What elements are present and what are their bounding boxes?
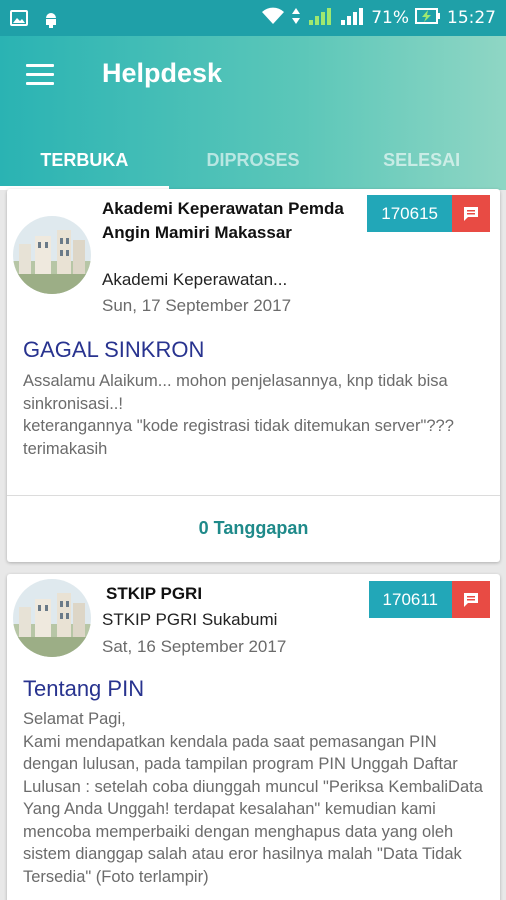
image-icon xyxy=(10,10,28,26)
ticket-number-badge: 170615 xyxy=(367,195,490,232)
institution-name: STKIP PGRI xyxy=(106,584,203,603)
ticket-card[interactable]: Akademi Keperawatan Pemda Angin Mamiri M… xyxy=(7,189,500,562)
institution-name: Akademi Keperawatan Pemda Angin Mamiri M… xyxy=(102,199,344,242)
replies-button[interactable]: 0 Tanggapan xyxy=(7,518,500,539)
ticket-date: Sun, 17 September 2017 xyxy=(102,296,292,315)
wifi-icon xyxy=(261,7,285,30)
hamburger-menu-icon[interactable] xyxy=(26,64,54,88)
tab-bar: TERBUKA DIPROSES SELESAI xyxy=(0,130,506,190)
android-icon xyxy=(42,10,60,28)
ticket-number: 170615 xyxy=(367,195,452,232)
status-bar: 71% 15:27 xyxy=(0,0,506,36)
app-bar: Helpdesk TERBUKA DIPROSES SELESAI xyxy=(0,36,506,190)
ticket-subject: Tentang PIN xyxy=(23,676,145,701)
ticket-subject: GAGAL SINKRON xyxy=(23,337,205,362)
data-transfer-icon xyxy=(291,7,301,30)
ticket-number-badge: 170611 xyxy=(368,581,490,618)
divider xyxy=(7,495,500,496)
institution-avatar xyxy=(13,579,91,657)
ticket-number: 170611 xyxy=(368,581,452,618)
battery-charging-icon xyxy=(415,7,441,30)
chat-icon[interactable] xyxy=(452,581,490,618)
ticket-message: Assalamu Alaikum... mohon penjelasannya,… xyxy=(23,372,454,458)
clock: 15:27 xyxy=(447,8,496,28)
institution-subtitle: Akademi Keperawatan... xyxy=(102,270,288,289)
ticket-card[interactable]: STKIP PGRI STKIP PGRI Sukabumi Sat, 16 S… xyxy=(7,574,500,900)
tab-selesai[interactable]: SELESAI xyxy=(337,130,506,190)
ticket-date: Sat, 16 September 2017 xyxy=(102,637,287,656)
app-title: Helpdesk xyxy=(102,58,223,88)
chat-icon[interactable] xyxy=(452,195,490,232)
institution-avatar xyxy=(13,216,91,294)
tab-terbuka[interactable]: TERBUKA xyxy=(0,130,169,190)
signal-sim1-icon xyxy=(307,6,333,31)
battery-percent: 71% xyxy=(371,8,409,28)
ticket-message: Selamat Pagi, Kami mendapatkan kendala p… xyxy=(23,710,483,886)
tab-diproses[interactable]: DIPROSES xyxy=(169,130,338,190)
institution-subtitle: STKIP PGRI Sukabumi xyxy=(102,610,278,629)
signal-sim2-icon xyxy=(339,6,365,31)
